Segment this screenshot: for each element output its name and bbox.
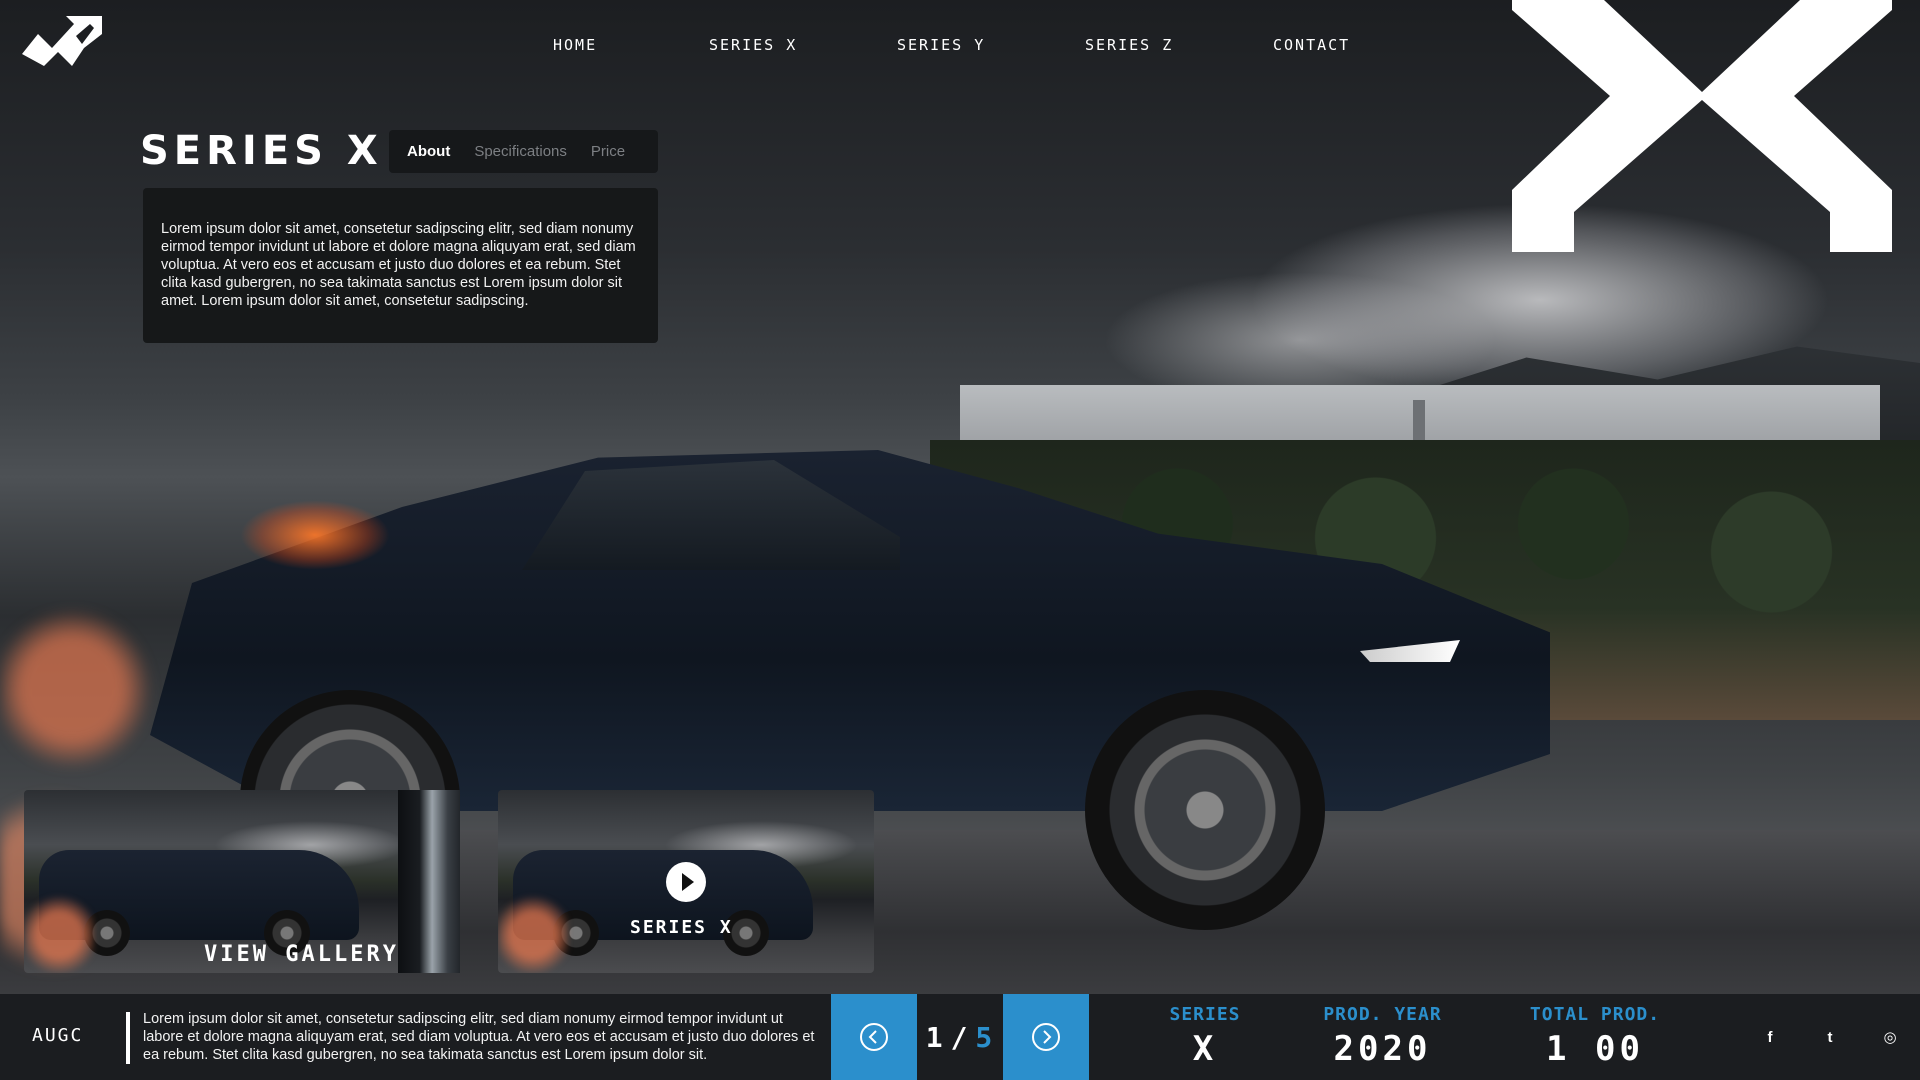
twitter-icon[interactable]: t (1820, 1027, 1840, 1047)
page-title: Series X (140, 128, 383, 174)
stat-series: Series X (1150, 1004, 1260, 1069)
slide-current: 1 (925, 1020, 945, 1054)
slide-counter: 1 / 5 (917, 994, 1003, 1080)
video-title: Series X (630, 917, 733, 938)
about-card: Lorem ipsum dolor sit amet, consetetur s… (143, 188, 658, 343)
previous-button[interactable] (831, 994, 917, 1080)
stat-production-year-value: 2020 (1333, 1029, 1432, 1069)
stat-total-production-label: Total Prod. (1529, 1004, 1661, 1025)
chevron-right-icon (1032, 1023, 1060, 1051)
nav-series-z[interactable]: Series Z (1085, 36, 1173, 54)
stat-series-label: Series (1169, 1004, 1241, 1025)
brand-wordmark: AUGC (32, 1025, 84, 1046)
nav-contact[interactable]: Contact (1273, 36, 1350, 54)
gallery-thumbnail[interactable]: View Gallery (24, 790, 434, 973)
tab-specifications[interactable]: Specifications (474, 143, 567, 160)
stat-production-year: Prod. Year 2020 (1300, 1004, 1465, 1069)
gallery-flowers (24, 890, 94, 973)
nav-series-y[interactable]: Series Y (897, 36, 985, 54)
facebook-icon[interactable]: f (1760, 1027, 1780, 1047)
tab-about[interactable]: About (407, 143, 450, 160)
instagram-icon[interactable]: ◎ (1880, 1027, 1900, 1047)
info-tabs: About Specifications Price (389, 130, 658, 173)
bottom-description: Lorem ipsum dolor sit amet, consetetur s… (143, 1011, 815, 1063)
nav-series-x[interactable]: Series X (709, 36, 797, 54)
social-links: f t ◎ (1760, 1026, 1900, 1048)
stat-production-year-label: Prod. Year (1323, 1004, 1442, 1025)
stat-total-production-value: 1 00 (1546, 1029, 1644, 1069)
play-icon[interactable] (666, 862, 706, 902)
slide-total: 5 (975, 1020, 995, 1054)
series-x-graphic (1512, 0, 1892, 252)
car-taillight (240, 500, 390, 570)
next-button[interactable] (1003, 994, 1089, 1080)
stat-total-production: Total Prod. 1 00 (1505, 1004, 1685, 1069)
about-text: Lorem ipsum dolor sit amet, consetetur s… (161, 221, 636, 309)
video-flowers (498, 890, 568, 973)
stat-series-value: X (1192, 1029, 1218, 1069)
chevron-left-icon (860, 1023, 888, 1051)
gallery-side-strip (398, 790, 460, 973)
view-gallery-label[interactable]: View Gallery (204, 942, 399, 967)
tab-price[interactable]: Price (591, 143, 625, 160)
divider (126, 1012, 130, 1064)
slide-separator: / (950, 1020, 970, 1054)
nav-home[interactable]: Home (553, 36, 597, 54)
front-wheel (1085, 690, 1325, 930)
